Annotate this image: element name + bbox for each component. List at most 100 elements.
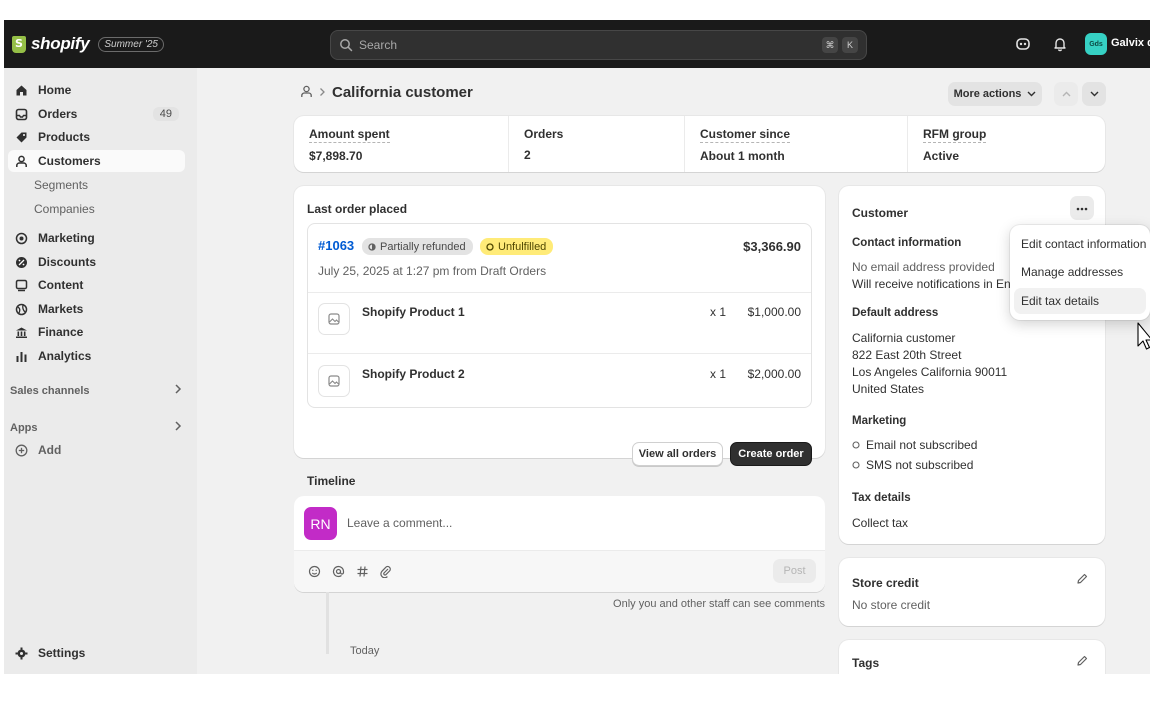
sidebar-item-orders[interactable]: Orders 49 bbox=[8, 103, 185, 125]
search-placeholder: Search bbox=[359, 38, 398, 52]
email-marketing-status: Email not subscribed bbox=[852, 438, 977, 452]
tag-icon bbox=[14, 130, 28, 144]
metric-label[interactable]: RFM group bbox=[923, 127, 987, 143]
address-line: United States bbox=[852, 382, 925, 396]
sidebar-item-label: Analytics bbox=[38, 349, 92, 363]
order-total: $3,366.90 bbox=[743, 239, 801, 254]
store-credit-heading: Store credit bbox=[852, 576, 919, 590]
view-all-orders-label: View all orders bbox=[638, 448, 717, 460]
mention-icon[interactable] bbox=[332, 565, 345, 581]
comment-visibility-note: Only you and other staff can see comment… bbox=[613, 598, 825, 610]
hashtag-icon[interactable] bbox=[356, 565, 369, 581]
breadcrumb: California customer bbox=[300, 84, 473, 101]
metric-customer-since: Customer since About 1 month bbox=[685, 116, 908, 172]
line-item-qty: x 1 bbox=[710, 367, 727, 381]
chevron-down-icon bbox=[1090, 88, 1099, 100]
metric-label[interactable]: Customer since bbox=[700, 127, 791, 143]
tax-details-value: Collect tax bbox=[852, 516, 909, 530]
sidebar-item-finance[interactable]: Finance bbox=[8, 321, 185, 343]
more-actions-button[interactable]: More actions bbox=[948, 82, 1042, 106]
line-item-name[interactable]: Shopify Product 2 bbox=[362, 367, 465, 381]
view-all-orders-button[interactable]: View all orders bbox=[632, 442, 723, 466]
store-name[interactable]: Galvix d bbox=[1111, 37, 1150, 49]
add-app-button[interactable]: Add bbox=[8, 439, 185, 461]
metric-amount-spent: Amount spent $7,898.70 bbox=[294, 116, 509, 172]
create-order-button[interactable]: Create order bbox=[730, 442, 812, 466]
store-avatar[interactable]: Gds bbox=[1085, 33, 1107, 55]
sidebar-item-customers[interactable]: Customers bbox=[8, 150, 185, 172]
previous-customer-button[interactable] bbox=[1054, 82, 1078, 106]
sidebar-item-label: Finance bbox=[38, 325, 84, 339]
bell-icon[interactable] bbox=[1051, 35, 1069, 53]
metric-label[interactable]: Amount spent bbox=[309, 127, 390, 143]
sidekick-icon[interactable] bbox=[1014, 35, 1032, 53]
discount-icon bbox=[14, 255, 28, 269]
metric-label: Orders bbox=[524, 127, 564, 141]
pencil-icon[interactable] bbox=[1076, 655, 1088, 670]
sales-channels-section[interactable]: Sales channels bbox=[10, 384, 182, 397]
sidebar-item-marketing[interactable]: Marketing bbox=[8, 227, 185, 249]
sidebar-item-content[interactable]: Content bbox=[8, 274, 185, 296]
home-icon bbox=[14, 83, 28, 97]
person-icon bbox=[14, 154, 28, 168]
sidebar-subitem-segments[interactable]: Segments bbox=[34, 178, 88, 192]
partial-circle-icon bbox=[368, 242, 376, 251]
sidebar-item-label: Customers bbox=[38, 154, 101, 168]
sidebar-item-products[interactable]: Products bbox=[8, 126, 185, 148]
sidebar-item-label: Content bbox=[38, 278, 84, 292]
emoji-icon[interactable] bbox=[308, 565, 321, 581]
order-summary-box: #1063 Partially refunded Unfulfilled $3,… bbox=[307, 223, 812, 408]
line-item-name[interactable]: Shopify Product 1 bbox=[362, 305, 465, 319]
store-credit-value: No store credit bbox=[852, 598, 931, 612]
menu-item-edit-contact[interactable]: Edit contact information bbox=[1014, 231, 1146, 257]
chevron-right-icon bbox=[174, 384, 182, 397]
empty-circle-icon bbox=[852, 441, 860, 449]
sidebar-item-label: Marketing bbox=[38, 231, 95, 245]
orders-count-badge: 49 bbox=[152, 107, 179, 121]
order-meta: July 25, 2025 at 1:27 pm from Draft Orde… bbox=[318, 264, 547, 278]
attachment-icon[interactable] bbox=[379, 565, 392, 581]
add-label: Add bbox=[38, 443, 62, 457]
empty-circle-icon bbox=[486, 242, 494, 251]
metric-value: $7,898.70 bbox=[309, 149, 363, 163]
menu-item-manage-addresses[interactable]: Manage addresses bbox=[1014, 259, 1146, 285]
sidebar-item-discounts[interactable]: Discounts bbox=[8, 251, 185, 273]
tags-heading: Tags bbox=[852, 656, 880, 670]
bar-chart-icon bbox=[14, 349, 28, 363]
search-bar[interactable]: Search ⌘ K bbox=[330, 30, 867, 60]
sidebar-item-analytics[interactable]: Analytics bbox=[8, 345, 185, 367]
customer-menu-button[interactable] bbox=[1070, 196, 1094, 220]
customer-heading: Customer bbox=[852, 206, 909, 220]
edition-badge[interactable]: Summer '25 bbox=[98, 36, 164, 52]
mouse-cursor-icon bbox=[1137, 322, 1150, 350]
sidebar-subitem-companies[interactable]: Companies bbox=[34, 202, 95, 216]
person-icon[interactable] bbox=[300, 85, 313, 101]
sales-channels-label: Sales channels bbox=[10, 384, 90, 397]
next-customer-button[interactable] bbox=[1082, 82, 1106, 106]
payment-status-badge: Partially refunded bbox=[362, 238, 473, 255]
image-icon bbox=[328, 375, 340, 387]
timeline-line bbox=[326, 592, 329, 654]
sidebar-item-home[interactable]: Home bbox=[8, 79, 185, 101]
apps-section[interactable]: Apps bbox=[10, 421, 182, 434]
address-line: California customer bbox=[852, 331, 956, 345]
chevron-right-icon bbox=[319, 86, 326, 100]
customer-metrics-card: Amount spent $7,898.70 Orders 2 Customer… bbox=[294, 116, 1105, 172]
line-item-price: $2,000.00 bbox=[747, 367, 801, 381]
post-button[interactable]: Post bbox=[773, 559, 816, 583]
menu-item-edit-tax-details[interactable]: Edit tax details bbox=[1014, 288, 1146, 314]
orders-icon bbox=[14, 107, 28, 121]
comment-input[interactable]: Leave a comment... bbox=[347, 516, 452, 530]
timeline-date-today: Today bbox=[350, 645, 380, 657]
pencil-icon[interactable] bbox=[1076, 573, 1088, 588]
marketing-heading: Marketing bbox=[852, 415, 907, 427]
sidebar-item-label: Settings bbox=[38, 646, 86, 660]
staff-avatar: RN bbox=[304, 507, 337, 540]
comment-box: RN Leave a comment... Post bbox=[294, 496, 825, 592]
order-number-link[interactable]: #1063 bbox=[318, 238, 354, 253]
sidebar-item-markets[interactable]: Markets bbox=[8, 298, 185, 320]
shopify-logo[interactable]: shopify Summer '25 bbox=[12, 34, 164, 54]
address-line: 822 East 20th Street bbox=[852, 348, 962, 362]
sidebar-item-settings[interactable]: Settings bbox=[8, 642, 185, 664]
plus-circle-icon bbox=[14, 443, 28, 457]
